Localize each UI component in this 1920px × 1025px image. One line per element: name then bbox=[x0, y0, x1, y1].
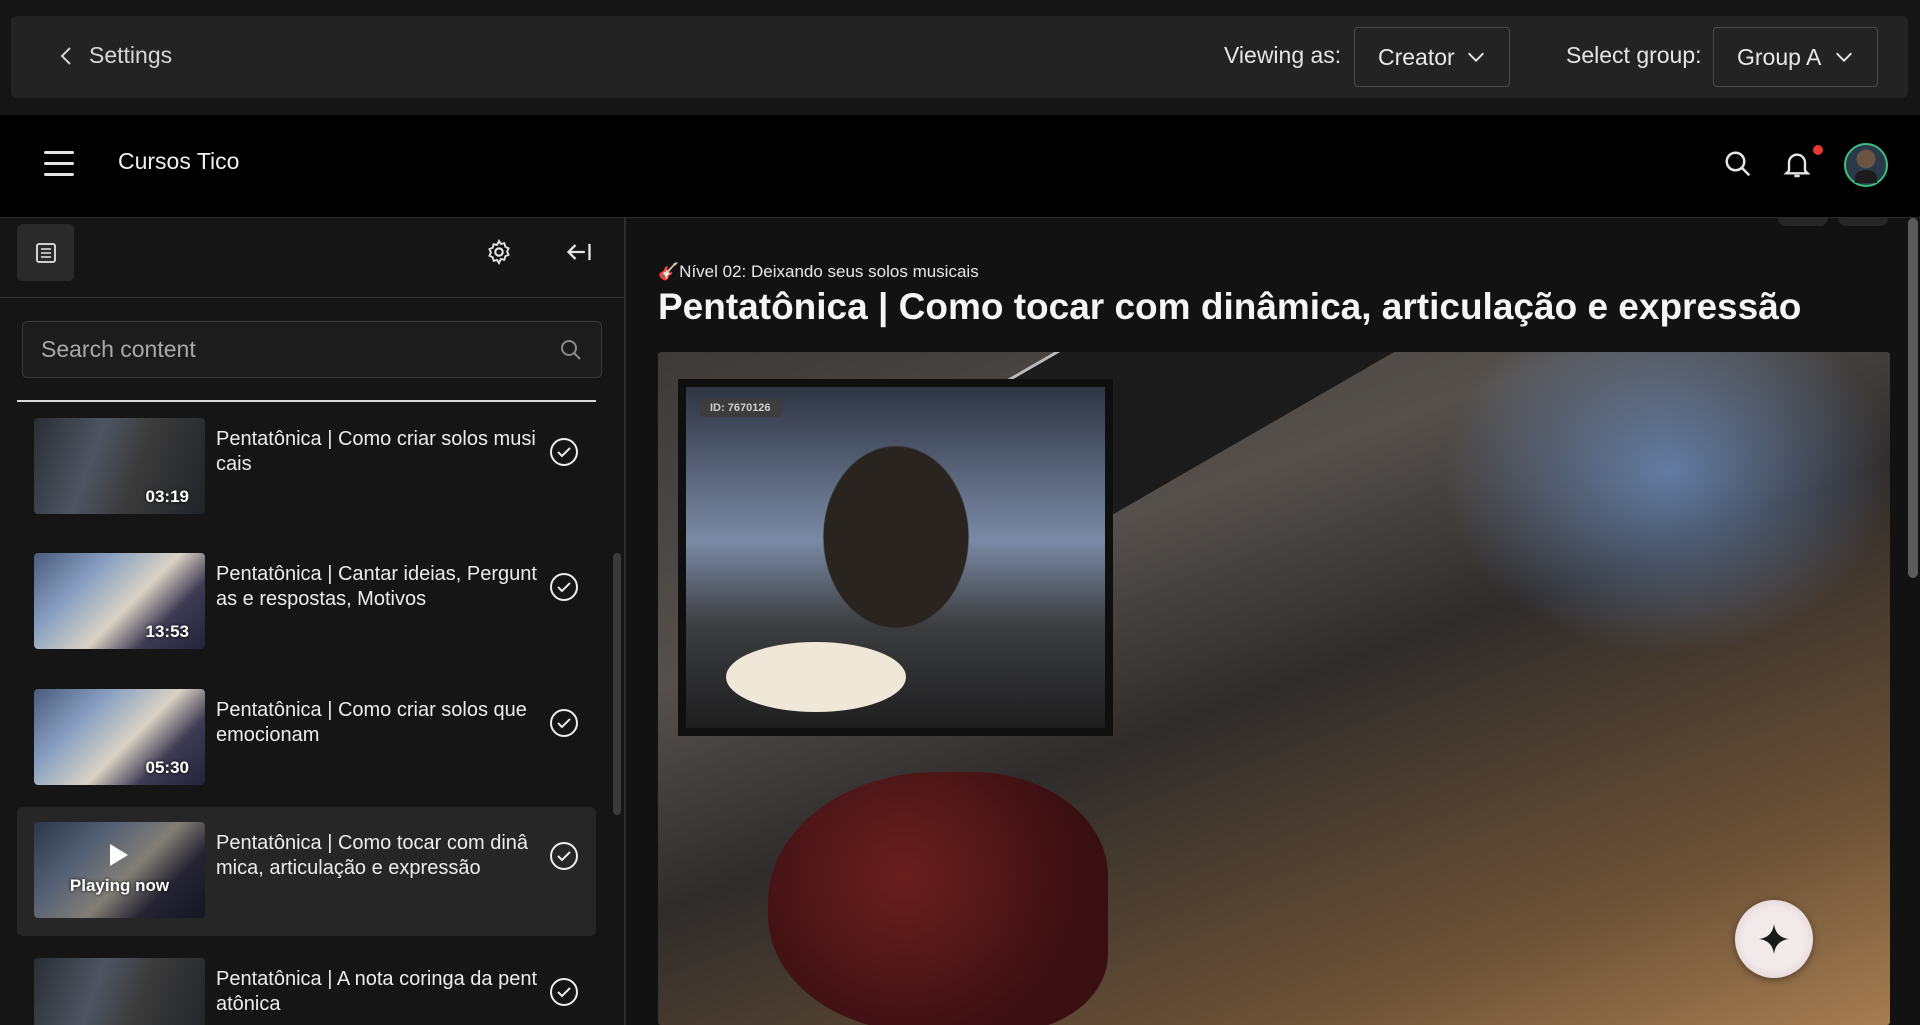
chevron-down-icon bbox=[1468, 52, 1484, 62]
back-to-settings-link[interactable]: Settings bbox=[55, 42, 172, 69]
module-breadcrumb[interactable]: 🎸Nível 02: Deixando seus solos musicais bbox=[658, 262, 979, 282]
list-icon bbox=[35, 242, 56, 263]
select-group-value: Group A bbox=[1737, 43, 1822, 70]
back-label: Settings bbox=[89, 42, 173, 68]
picture-in-picture-video: ID: 7670126 bbox=[678, 379, 1113, 736]
lesson-thumbnail bbox=[34, 958, 205, 1025]
lesson-thumbnail: 05:30 bbox=[34, 689, 205, 785]
collapse-sidebar-icon[interactable] bbox=[565, 238, 593, 266]
lesson-title: Pentatônica | Cantar ideias, Perguntas e… bbox=[216, 563, 537, 610]
page-scrollbar[interactable] bbox=[1908, 218, 1918, 578]
divider bbox=[17, 400, 596, 402]
lesson-duration: 05:30 bbox=[145, 758, 189, 777]
check-circle-icon bbox=[550, 842, 578, 870]
lesson-title: Pentatônica | A nota coringa da pentatôn… bbox=[216, 968, 537, 1015]
video-id-badge: ID: 7670126 bbox=[700, 399, 781, 417]
lesson-item[interactable]: 05:30 Pentatônica | Como criar solos que… bbox=[17, 674, 596, 803]
search-icon[interactable] bbox=[1723, 149, 1753, 179]
lesson-item-active[interactable]: Playing now Pentatônica | Como tocar com… bbox=[17, 807, 596, 936]
search-content-field[interactable] bbox=[22, 321, 602, 378]
sparkle-icon bbox=[1759, 924, 1789, 954]
lesson-thumbnail: 03:19 bbox=[34, 418, 205, 514]
ai-assistant-button[interactable] bbox=[1735, 900, 1813, 978]
gear-icon[interactable] bbox=[485, 238, 513, 266]
chevron-down-icon bbox=[1836, 52, 1852, 62]
top-action-button[interactable] bbox=[1778, 218, 1828, 226]
viewing-as-value: Creator bbox=[1378, 43, 1455, 70]
video-player[interactable]: ID: 7670126 bbox=[658, 352, 1890, 1025]
menu-icon[interactable] bbox=[44, 151, 74, 181]
viewing-as-label: Viewing as: bbox=[1224, 42, 1342, 68]
lesson-title: Pentatônica | Como criar solos que emoci… bbox=[216, 699, 527, 746]
main-content: 🎸Nível 02: Deixando seus solos musicais … bbox=[626, 218, 1920, 1025]
check-circle-icon bbox=[550, 573, 578, 601]
lesson-page-title: Pentatônica | Como tocar com dinâmica, a… bbox=[658, 286, 1802, 327]
viewing-as-dropdown[interactable]: Creator bbox=[1354, 27, 1510, 87]
lesson-duration: 03:19 bbox=[145, 487, 189, 506]
lesson-item[interactable]: Pentatônica | A nota coringa da pentatôn… bbox=[17, 943, 596, 1025]
check-circle-icon bbox=[550, 438, 578, 466]
notification-dot bbox=[1813, 145, 1823, 155]
top-action-button[interactable] bbox=[1838, 218, 1888, 226]
select-group-label: Select group: bbox=[1566, 42, 1702, 68]
app-header: Cursos Tico bbox=[0, 115, 1920, 218]
select-group-dropdown[interactable]: Group A bbox=[1713, 27, 1878, 87]
lesson-item[interactable]: 03:19 Pentatônica | Como criar solos mus… bbox=[17, 403, 596, 532]
settings-bar-area: Settings Viewing as: Creator Select grou… bbox=[0, 0, 1920, 115]
lesson-thumbnail-overlay: Playing now bbox=[34, 822, 205, 918]
pip-guitar bbox=[726, 642, 906, 712]
course-sidebar: 03:19 Pentatônica | Como criar solos mus… bbox=[0, 218, 626, 1025]
settings-bar: Settings Viewing as: Creator Select grou… bbox=[11, 16, 1908, 98]
search-icon bbox=[561, 339, 581, 360]
content-list-button[interactable] bbox=[17, 224, 74, 281]
play-icon bbox=[110, 844, 128, 866]
search-input[interactable] bbox=[41, 336, 559, 363]
app-title: Cursos Tico bbox=[118, 148, 240, 174]
guitar-body bbox=[768, 772, 1108, 1025]
check-circle-icon bbox=[550, 978, 578, 1006]
lesson-duration: 13:53 bbox=[145, 622, 189, 641]
lesson-title: Pentatônica | Como criar solos musicais bbox=[216, 428, 536, 475]
chevron-left-icon bbox=[60, 46, 71, 65]
lesson-thumbnail: 13:53 bbox=[34, 553, 205, 649]
bell-icon[interactable] bbox=[1781, 147, 1813, 181]
avatar[interactable] bbox=[1844, 143, 1888, 187]
playing-now-label: Playing now bbox=[69, 876, 170, 895]
lesson-item[interactable]: 13:53 Pentatônica | Cantar ideias, Pergu… bbox=[17, 538, 596, 667]
sidebar-scrollbar[interactable] bbox=[613, 553, 621, 815]
check-circle-icon bbox=[550, 709, 578, 737]
lesson-title: Pentatônica | Como tocar com dinâmica, a… bbox=[216, 832, 529, 879]
sidebar-toolbar bbox=[0, 218, 624, 298]
